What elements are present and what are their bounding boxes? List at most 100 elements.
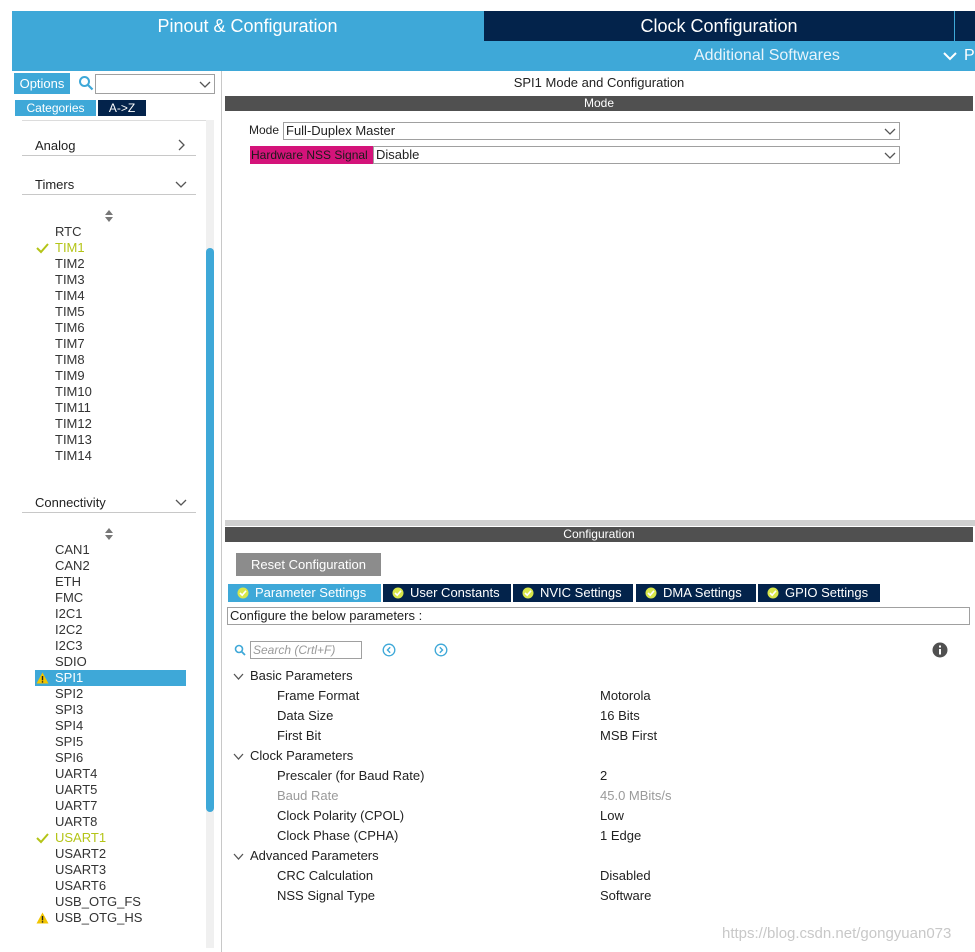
hardware-nss-select[interactable]: Disable	[373, 146, 900, 164]
scrollbar-thumb[interactable]	[206, 248, 214, 812]
param-value[interactable]: Motorola	[600, 686, 651, 706]
peripheral-item[interactable]: TIM9	[22, 368, 202, 384]
peripheral-item[interactable]: RTC	[22, 224, 202, 240]
peripheral-label: I2C1	[55, 606, 83, 621]
peripheral-label: SPI5	[55, 734, 84, 749]
peripheral-item[interactable]: UART8	[22, 814, 202, 830]
peripheral-item[interactable]: TIM10	[22, 384, 202, 400]
peripheral-item[interactable]: UART5	[22, 782, 202, 798]
search-icon[interactable]	[78, 75, 94, 91]
peripheral-item[interactable]: TIM2	[22, 256, 202, 272]
peripheral-item[interactable]: FMC	[22, 590, 202, 606]
param-row-first-bit[interactable]: First Bit MSB First	[225, 726, 973, 746]
peripheral-item[interactable]: CAN1	[22, 542, 202, 558]
peripheral-item[interactable]: SPI1	[35, 670, 186, 686]
peripheral-item[interactable]: TIM3	[22, 272, 202, 288]
peripheral-label: TIM5	[55, 304, 85, 319]
category-timers[interactable]: Timers	[22, 173, 196, 195]
truncated-tab-label[interactable]: P	[964, 41, 975, 71]
check-circle-icon	[522, 587, 534, 599]
tab-gpio-settings[interactable]: GPIO Settings	[758, 584, 880, 602]
param-row-data-size[interactable]: Data Size 16 Bits	[225, 706, 973, 726]
peripheral-label: UART8	[55, 814, 98, 829]
param-value[interactable]: Software	[600, 886, 651, 906]
info-icon[interactable]	[932, 642, 948, 658]
peripheral-item[interactable]: UART7	[22, 798, 202, 814]
peripheral-list: Analog Timers RTC TIM1 TIM2 TIM3 TIM4 TIM5 TIM…	[22, 120, 214, 948]
tab-parameter-settings[interactable]: Parameter Settings	[228, 584, 381, 602]
tab-pinout-configuration[interactable]: Pinout & Configuration	[12, 11, 483, 41]
search-dropdown[interactable]	[95, 74, 215, 94]
param-row-frame-format[interactable]: Frame Format Motorola	[225, 686, 973, 706]
param-value[interactable]: 2	[600, 766, 607, 786]
peripheral-item[interactable]: USART2	[22, 846, 202, 862]
param-row-cpol[interactable]: Clock Polarity (CPOL) Low	[225, 806, 973, 826]
param-value[interactable]: Low	[600, 806, 624, 826]
connectivity-list: CAN1 CAN2 ETH FMC I2C1 I2C2 I2C3 SDIO SPI1 SPI2 SP…	[22, 542, 202, 926]
peripheral-item[interactable]: USB_OTG_FS	[22, 894, 202, 910]
left-scrollbar[interactable]	[206, 120, 214, 948]
peripheral-item[interactable]: TIM11	[22, 400, 202, 416]
peripheral-item[interactable]: SPI6	[22, 750, 202, 766]
additional-softwares-button[interactable]: Additional Softwares	[694, 41, 840, 71]
peripheral-item[interactable]: TIM7	[22, 336, 202, 352]
tab-nvic-settings[interactable]: NVIC Settings	[513, 584, 633, 602]
options-button[interactable]: Options	[14, 73, 70, 94]
tab-extra[interactable]	[955, 11, 975, 41]
param-value[interactable]: MSB First	[600, 726, 657, 746]
peripheral-item[interactable]: USART1	[22, 830, 202, 846]
peripheral-item[interactable]: USART3	[22, 862, 202, 878]
peripheral-item[interactable]: CAN2	[22, 558, 202, 574]
peripheral-item[interactable]: TIM13	[22, 432, 202, 448]
param-value[interactable]: 1 Edge	[600, 826, 641, 846]
peripheral-item[interactable]: TIM5	[22, 304, 202, 320]
param-row-prescaler[interactable]: Prescaler (for Baud Rate) 2	[225, 766, 973, 786]
peripheral-item[interactable]: SDIO	[22, 654, 202, 670]
tab-clock-configuration[interactable]: Clock Configuration	[484, 11, 954, 41]
peripheral-item[interactable]: I2C3	[22, 638, 202, 654]
peripheral-item[interactable]: SPI4	[22, 718, 202, 734]
group-basic-parameters[interactable]: Basic Parameters	[225, 666, 973, 686]
previous-icon[interactable]	[382, 643, 396, 657]
peripheral-item[interactable]: TIM14	[22, 448, 202, 464]
sort-icon[interactable]	[104, 210, 114, 222]
mode-select[interactable]: Full-Duplex Master	[283, 122, 900, 140]
param-value[interactable]: 16 Bits	[600, 706, 640, 726]
param-value[interactable]: Disabled	[600, 866, 651, 886]
group-advanced-parameters[interactable]: Advanced Parameters	[225, 846, 973, 866]
param-row-crc[interactable]: CRC Calculation Disabled	[225, 866, 973, 886]
a-to-z-tab[interactable]: A->Z	[98, 100, 146, 116]
peripheral-item[interactable]: SPI3	[22, 702, 202, 718]
peripheral-item[interactable]: SPI5	[22, 734, 202, 750]
peripheral-item[interactable]: UART4	[22, 766, 202, 782]
peripheral-label: RTC	[55, 224, 82, 239]
next-icon[interactable]	[434, 643, 448, 657]
peripheral-item[interactable]: ETH	[22, 574, 202, 590]
top-tab-bar: Pinout & Configuration Clock Configurati…	[12, 11, 975, 41]
peripheral-item[interactable]: TIM4	[22, 288, 202, 304]
reset-configuration-button[interactable]: Reset Configuration	[236, 553, 381, 576]
peripheral-item[interactable]: SPI2	[22, 686, 202, 702]
peripheral-label: I2C2	[55, 622, 83, 637]
param-row-nss-type[interactable]: NSS Signal Type Software	[225, 886, 973, 906]
peripheral-item[interactable]: TIM12	[22, 416, 202, 432]
peripheral-label: SDIO	[55, 654, 87, 669]
category-analog[interactable]: Analog	[22, 134, 196, 156]
sort-icon[interactable]	[104, 528, 114, 540]
chevron-down-icon[interactable]	[942, 49, 958, 63]
categories-tab[interactable]: Categories	[15, 100, 96, 116]
category-connectivity[interactable]: Connectivity	[22, 491, 196, 513]
peripheral-item[interactable]: I2C2	[22, 622, 202, 638]
peripheral-item[interactable]: TIM6	[22, 320, 202, 336]
peripheral-item[interactable]: TIM1	[22, 240, 202, 256]
parameter-search-input[interactable]: Search (Crtl+F)	[250, 641, 362, 659]
peripheral-item[interactable]: TIM8	[22, 352, 202, 368]
peripheral-item[interactable]: USB_OTG_HS	[22, 910, 202, 926]
param-row-cpha[interactable]: Clock Phase (CPHA) 1 Edge	[225, 826, 973, 846]
tab-dma-settings[interactable]: DMA Settings	[636, 584, 756, 602]
group-clock-parameters[interactable]: Clock Parameters	[225, 746, 973, 766]
peripheral-label: UART5	[55, 782, 98, 797]
peripheral-item[interactable]: USART6	[22, 878, 202, 894]
tab-user-constants[interactable]: User Constants	[383, 584, 511, 602]
peripheral-item[interactable]: I2C1	[22, 606, 202, 622]
